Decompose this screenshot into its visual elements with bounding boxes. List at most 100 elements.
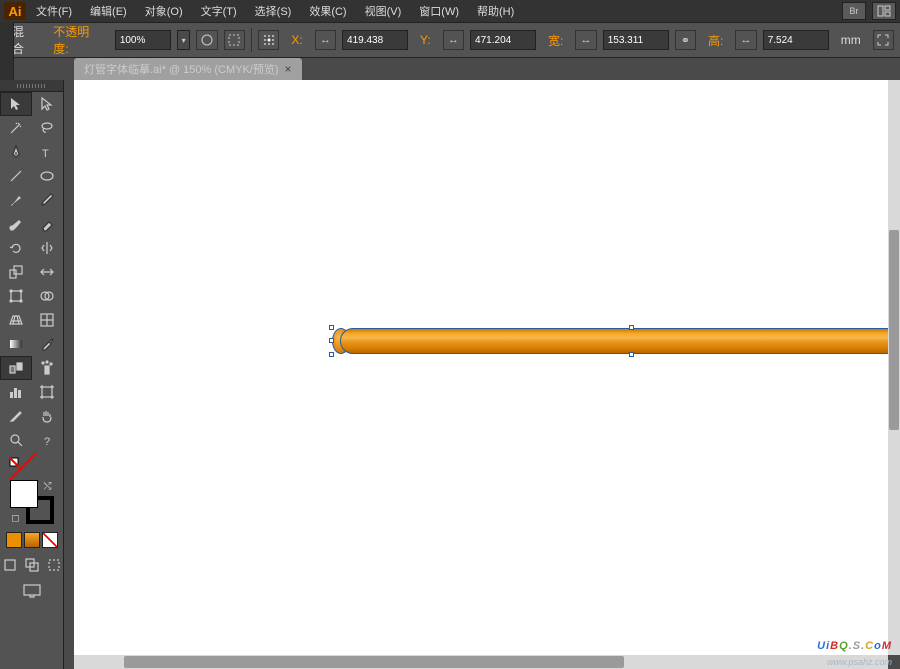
mesh-tool[interactable]: [32, 308, 64, 332]
bridge-button[interactable]: Br: [842, 2, 866, 20]
screen-mode-button[interactable]: [0, 578, 63, 604]
artboard-icon: [39, 384, 55, 400]
hand-tool[interactable]: [32, 404, 64, 428]
lasso-tool[interactable]: [32, 116, 64, 140]
paintbrush-tool[interactable]: [0, 188, 32, 212]
reference-point-button[interactable]: [258, 30, 279, 50]
menu-type[interactable]: 文字(T): [193, 1, 245, 21]
scale-tool[interactable]: [0, 260, 32, 284]
draw-behind-icon: [24, 557, 40, 573]
document-tab-title: 灯管字体临摹.ai* @ 150% (CMYK/预览): [84, 61, 279, 77]
scrollbar-thumb[interactable]: [889, 230, 899, 430]
arrange-documents-button[interactable]: [872, 2, 896, 20]
draw-normal[interactable]: [1, 556, 19, 574]
tube-body: [340, 328, 900, 354]
draw-inside[interactable]: [45, 556, 63, 574]
slice-tool[interactable]: [0, 404, 32, 428]
tab-close-button[interactable]: ×: [285, 62, 292, 76]
ellipse-tool[interactable]: [32, 164, 64, 188]
menu-effect[interactable]: 效果(C): [301, 1, 354, 21]
height-label: 高:: [702, 32, 729, 49]
dock-strip[interactable]: [0, 22, 14, 82]
selection-handle[interactable]: [629, 352, 634, 357]
toolbox-grip[interactable]: [0, 80, 63, 92]
type-icon: T: [39, 144, 55, 160]
spray-icon: [39, 360, 55, 376]
document-tab-bar: 灯管字体临摹.ai* @ 150% (CMYK/预览) ×: [0, 58, 900, 80]
menu-help[interactable]: 帮助(H): [469, 1, 522, 21]
y-input[interactable]: [470, 30, 536, 50]
fill-stroke-control[interactable]: ⤭ ◻: [10, 480, 54, 524]
zoom-icon: [8, 432, 24, 448]
w-link-icon: ↔: [575, 30, 596, 50]
scrollbar-thumb[interactable]: [124, 656, 624, 668]
menu-window[interactable]: 窗口(W): [411, 1, 467, 21]
vertical-scrollbar[interactable]: [888, 80, 900, 655]
horizontal-scrollbar[interactable]: [74, 655, 888, 669]
unknown-tool[interactable]: ?: [32, 428, 64, 452]
swatch-2[interactable]: [24, 532, 40, 548]
menu-select[interactable]: 选择(S): [247, 1, 300, 21]
draw-behind[interactable]: [23, 556, 41, 574]
eyedropper-tool[interactable]: [32, 332, 64, 356]
fill-swatch[interactable]: [10, 480, 38, 508]
free-transform-tool[interactable]: [0, 284, 32, 308]
draw-mode-row: [0, 552, 63, 578]
width-input[interactable]: [603, 30, 669, 50]
x-input[interactable]: [342, 30, 408, 50]
pencil-icon: [39, 192, 55, 208]
blend-tool[interactable]: [0, 356, 32, 380]
hand-icon: [39, 408, 55, 424]
selected-blend-object[interactable]: [332, 328, 900, 354]
eraser-tool[interactable]: [32, 212, 64, 236]
y-link-icon: ↔: [443, 30, 464, 50]
gradient-tool[interactable]: [0, 332, 32, 356]
swatch-3[interactable]: [42, 532, 58, 548]
symbol-sprayer-tool[interactable]: [32, 356, 64, 380]
swatch-1[interactable]: [6, 532, 22, 548]
height-input[interactable]: [763, 30, 829, 50]
pen-tool[interactable]: [0, 140, 32, 164]
x-label: X:: [285, 33, 308, 47]
brush-icon: [8, 192, 24, 208]
reflect-tool[interactable]: [32, 236, 64, 260]
transform-panel-button[interactable]: [873, 30, 894, 50]
menu-file[interactable]: 文件(F): [28, 1, 80, 21]
document-tab[interactable]: 灯管字体临摹.ai* @ 150% (CMYK/预览) ×: [74, 58, 302, 80]
transform-button[interactable]: [224, 30, 245, 50]
selection-handle[interactable]: [329, 338, 334, 343]
opacity-label: 不透明度:: [47, 23, 109, 57]
draw-inside-icon: [46, 557, 62, 573]
perspective-grid-tool[interactable]: [0, 308, 32, 332]
column-graph-tool[interactable]: [0, 380, 32, 404]
selection-handle[interactable]: [329, 325, 334, 330]
blob-brush-tool[interactable]: [0, 212, 32, 236]
opacity-dropdown[interactable]: ▾: [177, 30, 191, 50]
menu-object[interactable]: 对象(O): [137, 1, 191, 21]
zoom-tool[interactable]: [0, 428, 32, 452]
color-mode-row: [0, 528, 63, 552]
type-tool[interactable]: T: [32, 140, 64, 164]
y-label: Y:: [414, 33, 437, 47]
menu-view[interactable]: 视图(V): [357, 1, 410, 21]
recolor-button[interactable]: [196, 30, 217, 50]
magic-wand-tool[interactable]: [0, 116, 32, 140]
draw-normal-icon: [2, 557, 18, 573]
rotate-tool[interactable]: [0, 236, 32, 260]
swap-fill-stroke-icon[interactable]: ⤭: [42, 480, 54, 492]
width-tool[interactable]: [32, 260, 64, 284]
constrain-proportions-button[interactable]: ⚭: [675, 30, 696, 50]
pencil-tool[interactable]: [32, 188, 64, 212]
canvas[interactable]: [74, 80, 888, 669]
direct-selection-tool[interactable]: [32, 92, 64, 116]
selection-handle[interactable]: [629, 325, 634, 330]
shape-builder-tool[interactable]: [32, 284, 64, 308]
opacity-input[interactable]: [115, 30, 171, 50]
default-fill-stroke-icon[interactable]: ◻: [10, 512, 22, 524]
line-tool[interactable]: [0, 164, 32, 188]
menu-edit[interactable]: 编辑(E): [82, 1, 135, 21]
artboard-tool[interactable]: [32, 380, 64, 404]
selection-handle[interactable]: [329, 352, 334, 357]
width-label: 宽:: [542, 32, 569, 49]
selection-tool[interactable]: [0, 92, 32, 116]
